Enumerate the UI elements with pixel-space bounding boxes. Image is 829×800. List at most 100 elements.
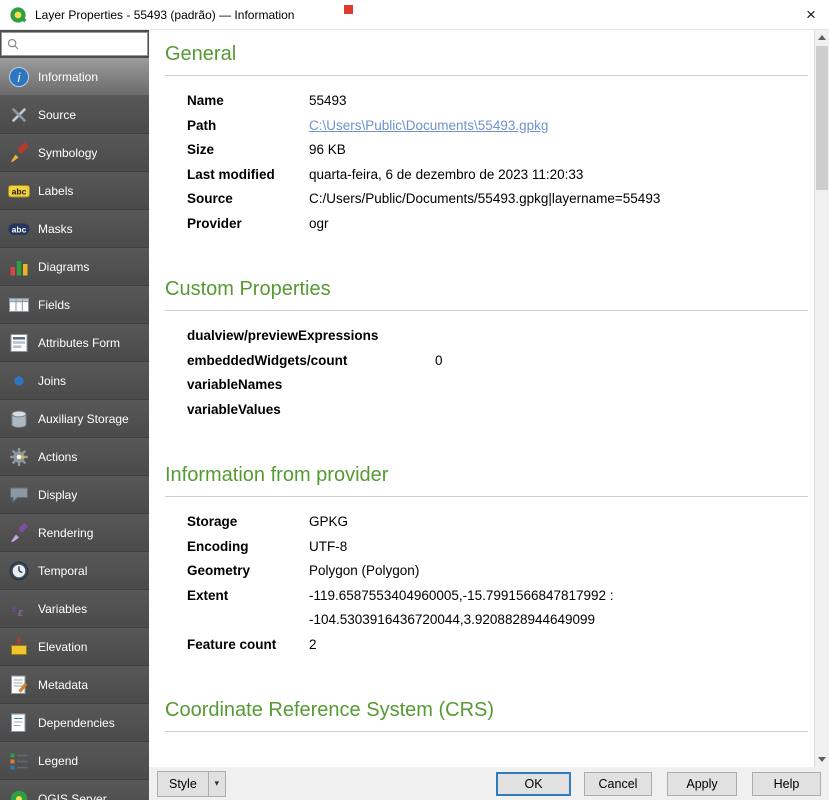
elevation-icon <box>7 635 31 659</box>
apply-button[interactable]: Apply <box>667 772 737 796</box>
cancel-button[interactable]: Cancel <box>584 772 652 796</box>
path-link[interactable]: C:\Users\Public\Documents\55493.gpkg <box>309 118 548 133</box>
search-input[interactable] <box>24 38 143 50</box>
sidebar-item-label: Diagrams <box>38 260 89 274</box>
sidebar-item-label: Labels <box>38 184 73 198</box>
sidebar-item-label: Rendering <box>38 526 93 540</box>
information-panel: General Name55493 PathC:\Users\Public\Do… <box>149 30 829 767</box>
information-content: General Name55493 PathC:\Users\Public\Do… <box>149 30 814 767</box>
sidebar-item-dependencies[interactable]: Dependencies <box>0 704 149 742</box>
table-row: Extent-119.6587553404960005,-15.79915668… <box>187 584 614 633</box>
sidebar-item-metadata[interactable]: Metadata <box>0 666 149 704</box>
sidebar-item-diagrams[interactable]: Diagrams <box>0 248 149 286</box>
svg-text:ε: ε <box>18 607 23 619</box>
section-crs: Coordinate Reference System (CRS) <box>165 699 808 732</box>
table-row: variableValues <box>187 398 443 423</box>
sidebar-item-qgis-server[interactable]: QGIS Server <box>0 780 149 800</box>
sidebar-item-attributes-form[interactable]: Attributes Form <box>0 324 149 362</box>
sidebar-item-legend[interactable]: Legend <box>0 742 149 780</box>
sidebar-item-label: Source <box>38 108 76 122</box>
labels-icon: abc <box>7 179 31 203</box>
table-row: Providerogr <box>187 212 660 237</box>
section-heading: Information from provider <box>165 464 808 487</box>
sidebar-item-label: Auxiliary Storage <box>38 412 129 426</box>
section-heading: Coordinate Reference System (CRS) <box>165 699 808 722</box>
info-icon: i <box>7 65 31 89</box>
sidebar-item-masks[interactable]: abc Masks <box>0 210 149 248</box>
table-row: EncodingUTF-8 <box>187 535 614 560</box>
sidebar-item-elevation[interactable]: Elevation <box>0 628 149 666</box>
sidebar-item-auxiliary-storage[interactable]: Auxiliary Storage <box>0 400 149 438</box>
sidebar-item-source[interactable]: Source <box>0 96 149 134</box>
sidebar-search <box>1 32 148 56</box>
sidebar-item-symbology[interactable]: Symbology <box>0 134 149 172</box>
vertical-scrollbar[interactable] <box>814 30 829 767</box>
table-row: Name55493 <box>187 89 660 114</box>
help-button[interactable]: Help <box>752 772 821 796</box>
attributes-form-icon <box>7 331 31 355</box>
sidebar-item-actions[interactable]: Actions <box>0 438 149 476</box>
table-row: PathC:\Users\Public\Documents\55493.gpkg <box>187 114 660 139</box>
source-icon <box>7 103 31 127</box>
sidebar-item-rendering[interactable]: Rendering <box>0 514 149 552</box>
close-button[interactable]: × <box>793 0 829 29</box>
dependencies-icon <box>7 711 31 735</box>
ok-button[interactable]: OK <box>496 772 571 796</box>
sidebar-item-label: Symbology <box>38 146 97 160</box>
chevron-down-icon: ▾ <box>208 772 225 796</box>
divider <box>165 731 808 732</box>
sidebar-item-label: QGIS Server <box>38 792 107 800</box>
divider <box>165 75 808 76</box>
sidebar-item-display[interactable]: Display <box>0 476 149 514</box>
qgis-server-icon <box>7 787 31 800</box>
section-heading: General <box>165 43 808 66</box>
table-row: variableNames <box>187 373 443 398</box>
temporal-icon <box>7 559 31 583</box>
table-row: embeddedWidgets/count0 <box>187 349 443 374</box>
sidebar-item-label: Dependencies <box>38 716 115 730</box>
joins-icon <box>7 369 31 393</box>
sidebar-item-label: Metadata <box>38 678 88 692</box>
sidebar-item-label: Legend <box>38 754 78 768</box>
divider <box>165 496 808 497</box>
layer-properties-dialog: Layer Properties - 55493 (padrão) — Info… <box>0 0 829 800</box>
style-button-label: Style <box>158 772 208 796</box>
table-row: Feature count2 <box>187 633 614 658</box>
sidebar-item-label: Elevation <box>38 640 87 654</box>
fields-icon <box>7 293 31 317</box>
sidebar-item-variables[interactable]: εε Variables <box>0 590 149 628</box>
scrollbar-down-arrow[interactable] <box>815 752 829 767</box>
sidebar-item-labels[interactable]: abc Labels <box>0 172 149 210</box>
sidebar-item-joins[interactable]: Joins <box>0 362 149 400</box>
sidebar-nav: i Information Source Symbology abc Label… <box>0 58 149 800</box>
sidebar-item-label: Joins <box>38 374 66 388</box>
scrollbar-up-arrow[interactable] <box>815 30 829 45</box>
sidebar-item-temporal[interactable]: Temporal <box>0 552 149 590</box>
sidebar-item-label: Information <box>38 70 98 84</box>
sidebar-item-label: Variables <box>38 602 87 616</box>
scrollbar-thumb[interactable] <box>816 46 828 190</box>
sidebar-item-label: Masks <box>38 222 73 236</box>
search-icon <box>6 37 20 51</box>
actions-icon <box>7 445 31 469</box>
dialog-footer: Style ▾ OK Cancel Apply Help <box>149 767 829 800</box>
svg-text:ε: ε <box>12 603 17 615</box>
provider-table: StorageGPKG EncodingUTF-8 GeometryPolygo… <box>187 510 614 657</box>
section-heading: Custom Properties <box>165 278 808 301</box>
style-button[interactable]: Style ▾ <box>157 771 226 797</box>
sidebar-item-fields[interactable]: Fields <box>0 286 149 324</box>
symbology-icon <box>7 141 31 165</box>
variables-icon: εε <box>7 597 31 621</box>
sidebar-item-label: Fields <box>38 298 70 312</box>
red-indicator <box>344 5 353 14</box>
svg-text:abc: abc <box>12 186 27 196</box>
sidebar-item-label: Temporal <box>38 564 87 578</box>
sidebar-item-label: Display <box>38 488 77 502</box>
display-icon <box>7 483 31 507</box>
section-custom-properties: Custom Properties dualview/previewExpres… <box>165 278 808 422</box>
masks-icon: abc <box>7 217 31 241</box>
general-table: Name55493 PathC:\Users\Public\Documents\… <box>187 89 660 236</box>
sidebar-item-information[interactable]: i Information <box>0 58 149 96</box>
titlebar: Layer Properties - 55493 (padrão) — Info… <box>0 0 829 30</box>
sidebar: i Information Source Symbology abc Label… <box>0 30 149 800</box>
